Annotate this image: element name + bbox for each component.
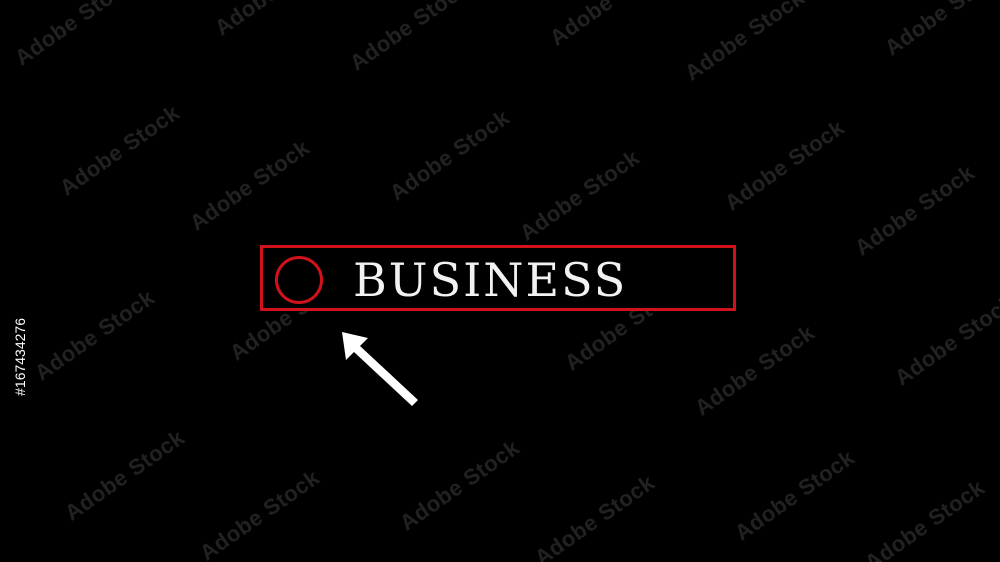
stage: Adobe Stock Adobe Stock Adobe Stock Adob…	[0, 0, 1000, 562]
watermark: Adobe Stock	[890, 289, 1000, 391]
arrow-cursor-icon	[342, 332, 418, 406]
stock-id-label: #167434276	[12, 318, 32, 518]
watermark: Adobe Stock	[860, 474, 989, 562]
watermark: Adobe Stock	[210, 0, 340, 41]
watermark: Adobe Stock	[10, 0, 139, 71]
watermark: Adobe Stock	[730, 444, 859, 546]
circle-icon	[275, 256, 323, 304]
watermark: Adobe Stock	[680, 0, 809, 86]
watermark: Adobe Stock	[55, 99, 184, 201]
watermark: Adobe Stock	[530, 469, 659, 562]
watermark: Adobe Stock	[545, 0, 674, 51]
watermark: Adobe Stock	[720, 114, 849, 216]
search-input-value: BUSINESS	[353, 253, 628, 307]
watermark: Adobe Stock	[690, 319, 819, 421]
watermark: Adobe Stock	[60, 424, 189, 526]
watermark: Adobe Stock	[515, 144, 644, 246]
watermark: Adobe Stock	[850, 159, 979, 261]
watermark: Adobe Stock	[195, 464, 324, 562]
watermark: Adobe Stock	[185, 134, 314, 236]
watermark: Adobe Stock	[880, 0, 1000, 61]
search-box[interactable]: BUSINESS	[260, 245, 736, 311]
watermark: Adobe Stock	[345, 0, 474, 76]
watermark: Adobe Stock	[30, 284, 159, 386]
watermark: Adobe Stock	[385, 104, 514, 206]
stock-id-text: #167434276	[12, 318, 28, 396]
watermark: Adobe Stock	[395, 434, 524, 536]
